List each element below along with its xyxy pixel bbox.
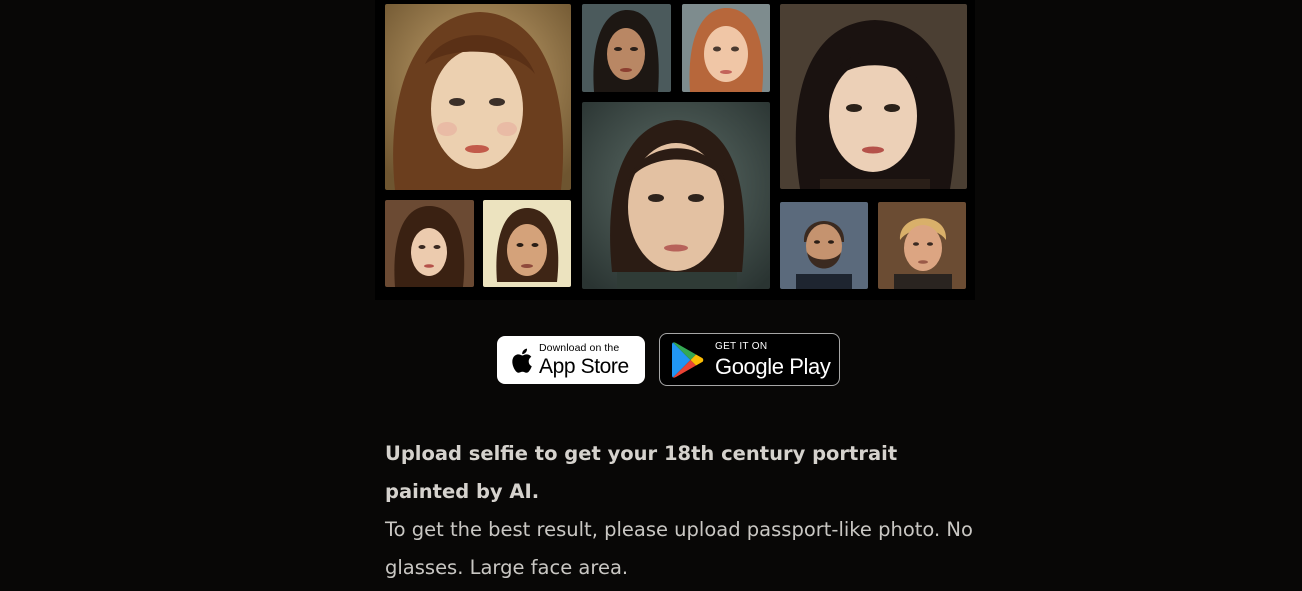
portrait-girl-redhead bbox=[682, 4, 770, 92]
portrait-woman-brunette-small bbox=[385, 200, 474, 287]
portrait-man-bearded bbox=[780, 202, 868, 289]
portrait-collage bbox=[375, 0, 975, 300]
portrait-woman-auburn bbox=[385, 4, 571, 190]
google-play-big-label: Google Play bbox=[715, 353, 831, 379]
google-play-text: GET IT ON Google Play bbox=[715, 340, 831, 379]
description: Upload selfie to get your 18th century p… bbox=[385, 435, 985, 587]
portrait-woman-bob bbox=[483, 200, 571, 287]
app-store-small-label: Download on the bbox=[539, 342, 620, 355]
portrait-woman-dark-small bbox=[582, 4, 671, 92]
app-store-text: Download on the App Store bbox=[539, 343, 629, 377]
apple-icon bbox=[508, 345, 534, 375]
portrait-woman-black-hair bbox=[780, 4, 967, 189]
portrait-girl-center bbox=[582, 102, 770, 289]
app-store-button[interactable]: Download on the App Store bbox=[497, 336, 645, 384]
app-store-big-label: App Store bbox=[539, 354, 629, 378]
google-play-icon bbox=[671, 341, 705, 379]
google-play-small-label: GET IT ON bbox=[715, 340, 768, 352]
google-play-button[interactable]: GET IT ON Google Play bbox=[659, 333, 840, 386]
page: Download on the App Store GET IT ON Goog… bbox=[0, 0, 1302, 591]
headline: Upload selfie to get your 18th century p… bbox=[385, 442, 898, 503]
instructions-text: To get the best result, please upload pa… bbox=[385, 518, 973, 579]
portrait-man-blond bbox=[878, 202, 966, 289]
